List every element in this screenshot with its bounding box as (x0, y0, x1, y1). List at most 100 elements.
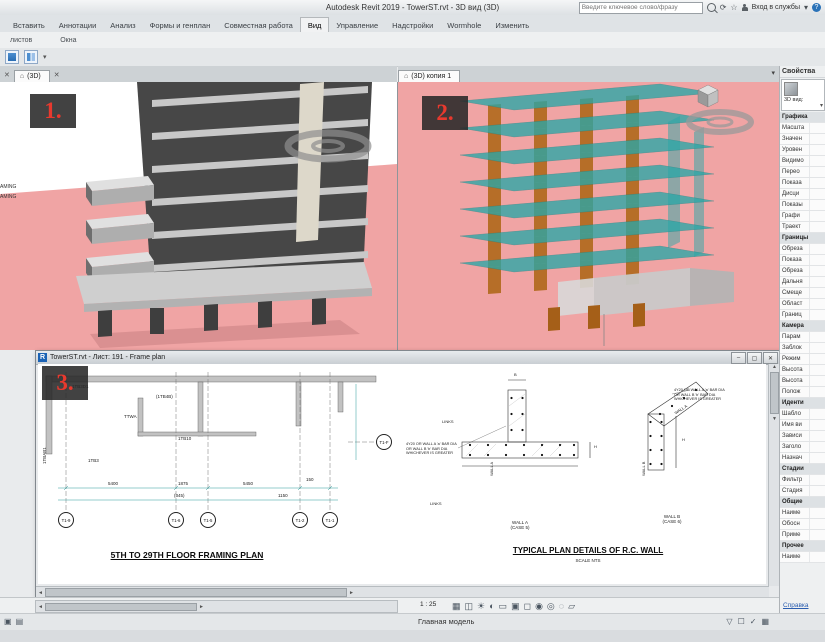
viewport-3d[interactable]: 1. AMING AMING (0, 82, 398, 350)
close-button[interactable]: ✕ (763, 352, 778, 364)
drag-elements-icon[interactable]: ▦ (761, 615, 769, 629)
property-row[interactable]: Показа (780, 255, 825, 266)
scroll-right-icon[interactable]: ► (199, 604, 204, 610)
ribbon-tab[interactable]: Управление (329, 18, 385, 32)
ribbon-tab[interactable]: Wormhole (440, 18, 488, 32)
property-row[interactable]: Общие (780, 497, 825, 508)
infocenter-search-input[interactable] (578, 1, 703, 14)
close-pane-icon[interactable]: ✕ (0, 71, 14, 82)
select-underlay-icon[interactable]: ✓ (750, 615, 757, 629)
view-tab-3d[interactable]: ⌂ (3D) (13, 70, 50, 82)
favorites-star-icon[interactable]: ☆ (730, 1, 737, 14)
ribbon-tab[interactable]: Надстройки (385, 18, 440, 32)
worksets-icon[interactable]: ▣ (4, 615, 12, 629)
property-row[interactable]: Обреза (780, 244, 825, 255)
scroll-left-icon[interactable]: ◄ (38, 604, 43, 610)
minimize-button[interactable]: – (731, 352, 746, 364)
property-row[interactable]: Высота (780, 365, 825, 376)
property-row[interactable]: Режим (780, 354, 825, 365)
analytical-model-icon[interactable]: ▱ (568, 599, 575, 613)
property-row[interactable]: Траект (780, 222, 825, 233)
property-row[interactable]: Иденти (780, 398, 825, 409)
scroll-left-icon[interactable]: ◄ (38, 590, 43, 596)
help-link[interactable]: Справка (783, 602, 809, 609)
locked-view-icon[interactable]: ◉ (535, 599, 543, 613)
property-row[interactable]: Видимо (780, 156, 825, 167)
ribbon-tab[interactable]: Вид (299, 17, 330, 32)
ribbon-tab[interactable]: Анализ (103, 18, 142, 32)
ribbon-tab[interactable]: Аннотации (52, 18, 104, 32)
ribbon-tab[interactable]: Совместная работа (217, 18, 300, 32)
ribbon-tab[interactable]: Вставить (6, 18, 52, 32)
property-row[interactable]: Заблок (780, 343, 825, 354)
property-row[interactable]: Масшта (780, 123, 825, 134)
tile-windows-icon[interactable] (24, 50, 38, 64)
search-icon[interactable] (706, 3, 716, 12)
property-row[interactable]: Назнач (780, 453, 825, 464)
crop-region-icon[interactable]: ▣ (511, 599, 520, 613)
property-row[interactable]: Наиме (780, 508, 825, 519)
restore-button[interactable]: ▢ (747, 352, 762, 364)
show-crop-icon[interactable]: ◻ (524, 599, 531, 613)
ribbon-tab[interactable]: Изменить (488, 18, 536, 32)
sheet-list-icon[interactable] (5, 50, 19, 64)
help-icon[interactable]: ? (812, 3, 821, 12)
property-row[interactable]: Графи (780, 211, 825, 222)
scroll-up-icon[interactable]: ▲ (772, 364, 777, 370)
property-row[interactable]: Заголо (780, 442, 825, 453)
property-row[interactable]: Границы (780, 233, 825, 244)
property-row[interactable]: Полож (780, 387, 825, 398)
property-row[interactable]: Показы (780, 200, 825, 211)
property-row[interactable]: Дисци (780, 189, 825, 200)
view-tab-3d-copy[interactable]: ⌂ (3D) копия 1 (398, 70, 461, 82)
view-horizontal-scrollbar[interactable]: ◄ ► (35, 600, 398, 613)
property-row[interactable]: Смеще (780, 288, 825, 299)
scale-control[interactable]: 1 : 25 (420, 601, 436, 608)
property-row[interactable]: Обосн (780, 519, 825, 530)
sheet-canvas[interactable]: T1-9T1-6T1-5T1-2T1-1T1-F 1TB3D1(1TB4B)TT… (38, 364, 766, 584)
sign-in-link[interactable]: Вход в службы (752, 4, 800, 11)
design-options-icon[interactable]: ▤ (16, 615, 24, 629)
property-row[interactable]: Графика (780, 112, 825, 123)
scrollbar-thumb[interactable] (44, 602, 197, 611)
reveal-hidden-icon[interactable]: ◌ (559, 599, 564, 613)
property-row[interactable]: Перео (780, 167, 825, 178)
property-row[interactable]: Прочее (780, 541, 825, 552)
close-tab-icon[interactable]: ✕ (50, 71, 64, 82)
visual-style-icon[interactable]: ▦ (452, 599, 461, 613)
chevron-down-icon[interactable]: ▾ (43, 53, 47, 61)
property-row[interactable]: Уровен (780, 145, 825, 156)
property-row[interactable]: Дальня (780, 277, 825, 288)
viewport-3d-copy[interactable]: 2. (398, 82, 779, 350)
property-row[interactable]: Высота (780, 376, 825, 387)
selection-filter-icon[interactable]: ▽ (726, 615, 732, 629)
thin-lines-icon[interactable]: ◫ (465, 599, 474, 613)
property-row[interactable]: Приме (780, 530, 825, 541)
property-row[interactable]: Показа (780, 178, 825, 189)
sync-icon[interactable]: ⟳ (720, 1, 727, 14)
property-row[interactable]: Стадия (780, 486, 825, 497)
shadows-icon[interactable]: ◐ (489, 599, 494, 613)
sun-path-icon[interactable]: ☀ (477, 599, 485, 613)
property-row[interactable]: Стадии (780, 464, 825, 475)
property-row[interactable]: Значен (780, 134, 825, 145)
scrollbar-thumb[interactable] (44, 588, 347, 597)
property-row[interactable]: Шабло (780, 409, 825, 420)
property-row[interactable]: Камера (780, 321, 825, 332)
scroll-down-icon[interactable]: ▼ (772, 416, 777, 422)
type-selector[interactable]: 3D вид: ▾ (781, 79, 825, 111)
property-row[interactable]: Наиме (780, 552, 825, 563)
property-row[interactable]: Парам (780, 332, 825, 343)
tab-list-icon[interactable]: ▾ (771, 69, 775, 77)
render-icon[interactable]: ▭ (499, 599, 508, 613)
scroll-right-icon[interactable]: ► (349, 590, 354, 596)
sheet-window-titlebar[interactable]: R TowerST.rvt - Лист: 191 - Frame plan –… (36, 351, 780, 365)
scrollbar-thumb[interactable] (770, 372, 779, 414)
property-row[interactable]: Фильтр (780, 475, 825, 486)
ribbon-tab[interactable]: Формы и генплан (143, 18, 218, 32)
property-row[interactable]: Имя ви (780, 420, 825, 431)
property-row[interactable]: Област (780, 299, 825, 310)
exclude-links-icon[interactable]: ☐ (738, 615, 745, 629)
chevron-down-icon[interactable]: ▾ (804, 1, 808, 14)
temporary-hide-icon[interactable]: ◎ (547, 599, 555, 613)
